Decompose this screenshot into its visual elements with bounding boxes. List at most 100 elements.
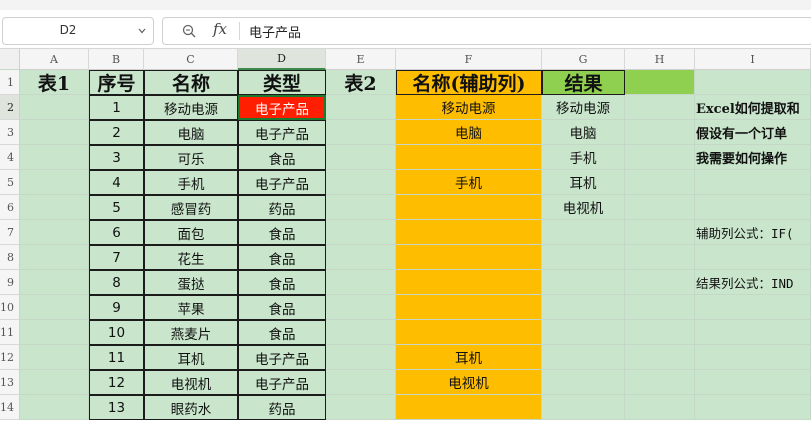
cell-f6[interactable] <box>396 195 542 220</box>
cell-i13[interactable] <box>695 370 811 395</box>
cell-a5[interactable] <box>20 170 89 195</box>
column-header-f[interactable]: F <box>396 49 542 70</box>
cell-d10[interactable]: 食品 <box>238 295 326 320</box>
cell-e14[interactable] <box>326 395 396 420</box>
cell-a9[interactable] <box>20 270 89 295</box>
cell-b13[interactable]: 12 <box>89 370 144 395</box>
cell-g11[interactable] <box>542 320 625 345</box>
cell-g4[interactable]: 手机 <box>542 145 625 170</box>
cell-b3[interactable]: 2 <box>89 120 144 145</box>
cell-g10[interactable] <box>542 295 625 320</box>
cell-f14[interactable] <box>396 395 542 420</box>
cell-i11[interactable] <box>695 320 811 345</box>
cell-i14[interactable] <box>695 395 811 420</box>
column-header-c[interactable]: C <box>144 49 238 70</box>
cell-c12[interactable]: 耳机 <box>144 345 238 370</box>
cell-g1[interactable]: 结果 <box>542 70 625 95</box>
cell-a2[interactable] <box>20 95 89 120</box>
cell-b9[interactable]: 8 <box>89 270 144 295</box>
cell-a12[interactable] <box>20 345 89 370</box>
cell-e7[interactable] <box>326 220 396 245</box>
cell-e9[interactable] <box>326 270 396 295</box>
row-header-4[interactable]: 4 <box>0 145 20 170</box>
row-header-10[interactable]: 10 <box>0 295 20 320</box>
cell-h10[interactable] <box>625 295 695 320</box>
chevron-down-icon[interactable] <box>137 26 147 36</box>
cell-c6[interactable]: 感冒药 <box>144 195 238 220</box>
cell-b7[interactable]: 6 <box>89 220 144 245</box>
cell-c8[interactable]: 花生 <box>144 245 238 270</box>
cell-h7[interactable] <box>625 220 695 245</box>
cell-a3[interactable] <box>20 120 89 145</box>
cell-d4[interactable]: 食品 <box>238 145 326 170</box>
cell-a14[interactable] <box>20 395 89 420</box>
column-header-h[interactable]: H <box>625 49 695 70</box>
cell-d1[interactable]: 类型 <box>238 70 326 95</box>
row-header-5[interactable]: 5 <box>0 170 20 195</box>
cell-a7[interactable] <box>20 220 89 245</box>
cell-e3[interactable] <box>326 120 396 145</box>
cell-d5[interactable]: 电子产品 <box>238 170 326 195</box>
cell-d12[interactable]: 电子产品 <box>238 345 326 370</box>
cell-d13[interactable]: 电子产品 <box>238 370 326 395</box>
column-header-e[interactable]: E <box>326 49 396 70</box>
cell-h13[interactable] <box>625 370 695 395</box>
cell-e13[interactable] <box>326 370 396 395</box>
cell-f7[interactable] <box>396 220 542 245</box>
cell-b8[interactable]: 7 <box>89 245 144 270</box>
row-header-2[interactable]: 2 <box>0 95 20 120</box>
cell-i12[interactable] <box>695 345 811 370</box>
cell-h9[interactable] <box>625 270 695 295</box>
cell-d9[interactable]: 食品 <box>238 270 326 295</box>
cell-f9[interactable] <box>396 270 542 295</box>
cell-e12[interactable] <box>326 345 396 370</box>
cell-c9[interactable]: 蛋挞 <box>144 270 238 295</box>
formula-content[interactable]: 电子产品 <box>249 22 301 41</box>
cell-d7[interactable]: 食品 <box>238 220 326 245</box>
cell-f1[interactable]: 名称(辅助列) <box>396 70 542 95</box>
cell-f8[interactable] <box>396 245 542 270</box>
cell-c5[interactable]: 手机 <box>144 170 238 195</box>
cell-b6[interactable]: 5 <box>89 195 144 220</box>
cell-e1[interactable]: 表2 <box>326 70 396 95</box>
cell-d6[interactable]: 药品 <box>238 195 326 220</box>
cell-c1[interactable]: 名称 <box>144 70 238 95</box>
cell-d8[interactable]: 食品 <box>238 245 326 270</box>
cell-i8[interactable] <box>695 245 811 270</box>
cell-i9[interactable]: 结果列公式：IND <box>695 270 811 295</box>
cell-h1[interactable] <box>625 70 695 95</box>
cell-g14[interactable] <box>542 395 625 420</box>
cell-i7[interactable]: 辅助列公式：IF( <box>695 220 811 245</box>
cell-c3[interactable]: 电脑 <box>144 120 238 145</box>
cell-c14[interactable]: 眼药水 <box>144 395 238 420</box>
cell-h3[interactable] <box>625 120 695 145</box>
cell-f4[interactable] <box>396 145 542 170</box>
cell-b10[interactable]: 9 <box>89 295 144 320</box>
cell-d2[interactable]: 电子产品 <box>238 95 326 120</box>
row-header-6[interactable]: 6 <box>0 195 20 220</box>
row-header-13[interactable]: 13 <box>0 370 20 395</box>
cell-i4[interactable]: 我需要如何操作 <box>695 145 811 170</box>
column-header-g[interactable]: G <box>542 49 625 70</box>
cell-h8[interactable] <box>625 245 695 270</box>
cell-c4[interactable]: 可乐 <box>144 145 238 170</box>
column-header-i[interactable]: I <box>695 49 811 70</box>
row-header-12[interactable]: 12 <box>0 345 20 370</box>
cell-f13[interactable]: 电视机 <box>396 370 542 395</box>
cell-g5[interactable]: 耳机 <box>542 170 625 195</box>
cell-c11[interactable]: 燕麦片 <box>144 320 238 345</box>
cell-e11[interactable] <box>326 320 396 345</box>
cell-e4[interactable] <box>326 145 396 170</box>
cell-a8[interactable] <box>20 245 89 270</box>
cell-g7[interactable] <box>542 220 625 245</box>
cell-f10[interactable] <box>396 295 542 320</box>
row-header-9[interactable]: 9 <box>0 270 20 295</box>
cell-c10[interactable]: 苹果 <box>144 295 238 320</box>
row-header-8[interactable]: 8 <box>0 245 20 270</box>
cell-e10[interactable] <box>326 295 396 320</box>
cell-i5[interactable] <box>695 170 811 195</box>
row-header-1[interactable]: 1 <box>0 70 20 95</box>
cell-h11[interactable] <box>625 320 695 345</box>
cell-a11[interactable] <box>20 320 89 345</box>
row-header-11[interactable]: 11 <box>0 320 20 345</box>
